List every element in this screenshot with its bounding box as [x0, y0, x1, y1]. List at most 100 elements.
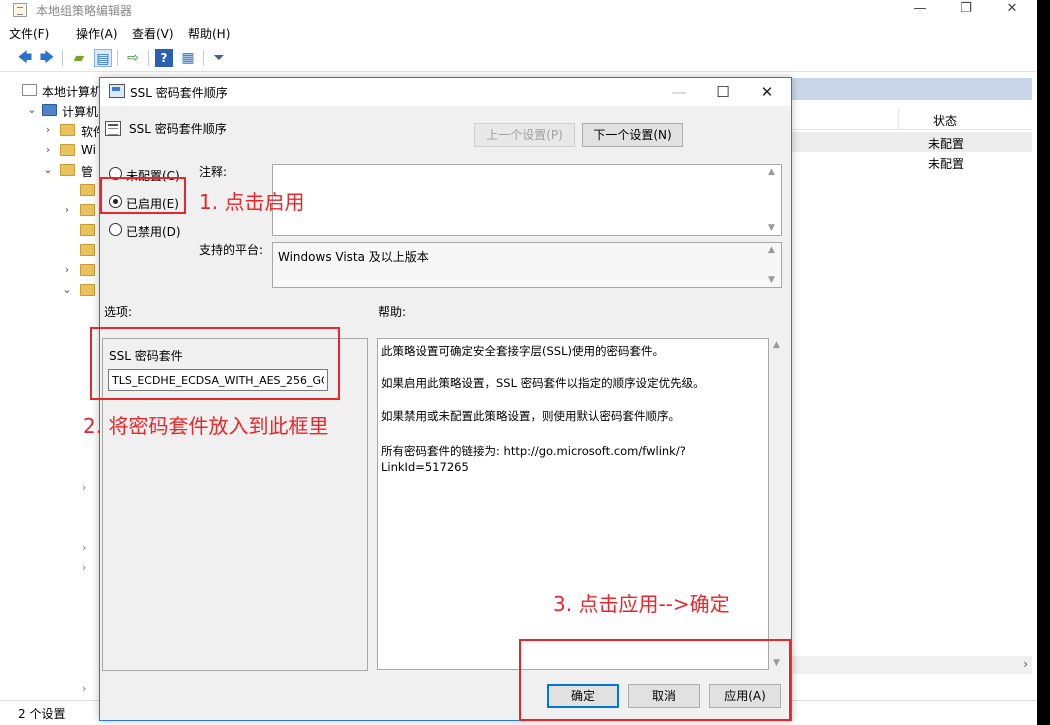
folder-icon — [80, 284, 95, 296]
folder-icon — [80, 184, 95, 196]
menu-file[interactable]: 文件(F) — [9, 25, 49, 42]
dialog-close-button[interactable]: ✕ — [745, 78, 789, 106]
maximize-button[interactable]: ❐ — [943, 0, 989, 20]
tree-item-sub6[interactable]: ⌄ — [0, 280, 100, 300]
menu-help[interactable]: 帮助(H) — [188, 25, 230, 42]
chevron-right-icon[interactable]: › — [1023, 657, 1028, 671]
toolbar-separator — [62, 50, 63, 66]
help-icon[interactable]: ? — [155, 49, 173, 67]
tree-item-sub1[interactable] — [0, 180, 100, 200]
help-vertical-scrollbar[interactable]: ▲ ▼ — [770, 338, 786, 670]
tree-item-sub3[interactable] — [0, 220, 100, 240]
toolbar-separator — [148, 50, 149, 66]
properties-icon[interactable]: ▦ — [179, 49, 197, 67]
navigation-tree: 本地计算机 ⌄ 计算机 › 软件 › Wi ⌄ 管 › › ⌄ › › › › — [0, 78, 100, 698]
tree-item-root[interactable]: 本地计算机 — [0, 80, 100, 100]
vertical-scrollbar[interactable]: ▲ ▼ — [765, 243, 781, 287]
minimize-button[interactable]: — — [897, 0, 943, 20]
tree-item-windows[interactable]: › Wi — [0, 140, 100, 160]
list-column-header[interactable]: 状态 — [790, 108, 1032, 130]
status-text: 2 个设置 — [18, 707, 66, 721]
export-list-icon[interactable]: ⇨ — [124, 49, 142, 67]
folder-icon — [60, 144, 75, 156]
folder-icon — [80, 244, 95, 256]
chevron-right-icon[interactable]: › — [82, 481, 86, 494]
folder-icon — [80, 224, 95, 236]
dialog-minimize-button[interactable]: — — [657, 78, 701, 106]
toolbar-separator — [117, 50, 118, 66]
chevron-down-icon[interactable]: ⌄ — [26, 100, 38, 120]
annotation-step2: 2. 将密码套件放入到此框里 — [83, 414, 329, 438]
forward-arrow-icon[interactable]: 🡆 — [38, 49, 56, 67]
menu-bar: 文件(F) 操作(A) 查看(V) 帮助(H) — [0, 22, 1037, 42]
row-state: 未配置 — [928, 157, 965, 171]
help-paragraph: 此策略设置可确定安全套接字层(SSL)使用的密码套件。 — [381, 344, 664, 358]
annotation-step3: 3. 点击应用-->确定 — [553, 592, 730, 616]
dialog-maximize-button[interactable]: ☐ — [701, 78, 745, 106]
annotation-box-cipher — [90, 327, 340, 400]
folder-icon — [80, 204, 95, 216]
policy-name: SSL 密码套件顺序 — [129, 122, 227, 136]
table-row[interactable]: 未配置 — [790, 132, 1032, 152]
chevron-right-icon[interactable]: › — [61, 200, 73, 220]
tree-item-sub2[interactable]: › — [0, 200, 100, 220]
dialog-title: SSL 密码套件顺序 — [130, 86, 228, 100]
scroll-down-icon[interactable]: ▼ — [768, 275, 775, 285]
help-paragraph: 如果启用此策略设置，SSL 密码套件以指定的顺序设定优先级。 — [381, 376, 705, 390]
next-setting-button[interactable]: 下一个设置(N) — [582, 123, 683, 147]
dialog-titlebar: SSL 密码套件顺序 — ☐ ✕ — [100, 78, 791, 106]
show-hide-tree-icon[interactable]: ▤ — [94, 49, 112, 67]
back-arrow-icon[interactable]: 🡄 — [16, 49, 34, 67]
menu-action[interactable]: 操作(A) — [76, 25, 118, 42]
horizontal-scrollbar[interactable]: › — [790, 656, 1032, 674]
tree-item-label: 软件 — [81, 125, 100, 139]
chevron-right-icon[interactable]: › — [82, 541, 86, 554]
scroll-up-icon[interactable]: ▲ — [773, 340, 780, 350]
tree-item-label: 计算机 — [62, 105, 99, 119]
computer-icon — [42, 104, 57, 116]
tree-item-label: 管 — [81, 165, 94, 179]
scroll-up-icon[interactable]: ▲ — [768, 167, 775, 177]
chevron-down-icon[interactable]: ⌄ — [61, 280, 73, 300]
annotation-box-buttons — [519, 639, 791, 721]
menu-view[interactable]: 查看(V) — [132, 25, 174, 42]
radio-disabled[interactable]: 已禁用(D) — [109, 221, 199, 239]
supported-platform-box: Windows Vista 及以上版本 ▲ ▼ — [272, 242, 782, 288]
radio-circle[interactable] — [109, 223, 122, 236]
vertical-scrollbar[interactable]: ▲ ▼ — [765, 165, 781, 235]
comment-textarea[interactable]: ▲ ▼ — [272, 164, 782, 236]
up-folder-icon[interactable]: ▰ — [70, 49, 88, 67]
main-window-title: 本地组策略编辑器 — [36, 4, 133, 18]
scroll-down-icon[interactable]: ▼ — [768, 223, 775, 233]
tree-item-sub4[interactable] — [0, 240, 100, 260]
chevron-right-icon[interactable]: › — [42, 140, 54, 160]
policy-document-icon — [22, 84, 37, 96]
chevron-right-icon[interactable]: › — [82, 561, 86, 574]
column-state[interactable]: 状态 — [933, 112, 957, 129]
help-label: 帮助: — [378, 305, 407, 319]
scroll-up-icon[interactable]: ▲ — [768, 245, 775, 255]
column-divider[interactable] — [898, 108, 899, 130]
tree-item-software[interactable]: › 软件 — [0, 120, 100, 140]
chevron-right-icon[interactable]: › — [82, 682, 86, 695]
chevron-right-icon[interactable]: › — [42, 120, 54, 140]
options-label: 选项: — [104, 305, 133, 319]
tree-item-computer[interactable]: ⌄ 计算机 — [0, 100, 100, 120]
tree-item-label: Wi — [81, 143, 96, 157]
tree-item-sub5[interactable]: › — [0, 260, 100, 280]
folder-icon — [60, 164, 75, 176]
help-pane: 此策略设置可确定安全套接字层(SSL)使用的密码套件。 如果启用此策略设置，SS… — [377, 338, 769, 670]
chevron-down-icon[interactable]: ⌄ — [42, 160, 54, 180]
chevron-right-icon[interactable]: › — [61, 260, 73, 280]
comment-label: 注释: — [199, 165, 228, 179]
radio-label: 已禁用(D) — [126, 225, 181, 239]
toolbar: 🡄 🡆 ▰ ▤ ⇨ ? ▦ ⏷ — [0, 44, 1037, 72]
annotation-step1: 1. 点击启用 — [199, 190, 305, 214]
table-row[interactable]: 未配置 — [790, 152, 1032, 172]
close-button[interactable]: ✕ — [989, 0, 1035, 20]
tree-item-admin[interactable]: ⌄ 管 — [0, 160, 100, 180]
row-state: 未配置 — [928, 137, 965, 151]
previous-setting-button[interactable]: 上一个设置(P) — [474, 123, 575, 147]
help-paragraph: LinkId=517265 — [381, 460, 469, 474]
filter-icon[interactable]: ⏷ — [210, 49, 228, 67]
